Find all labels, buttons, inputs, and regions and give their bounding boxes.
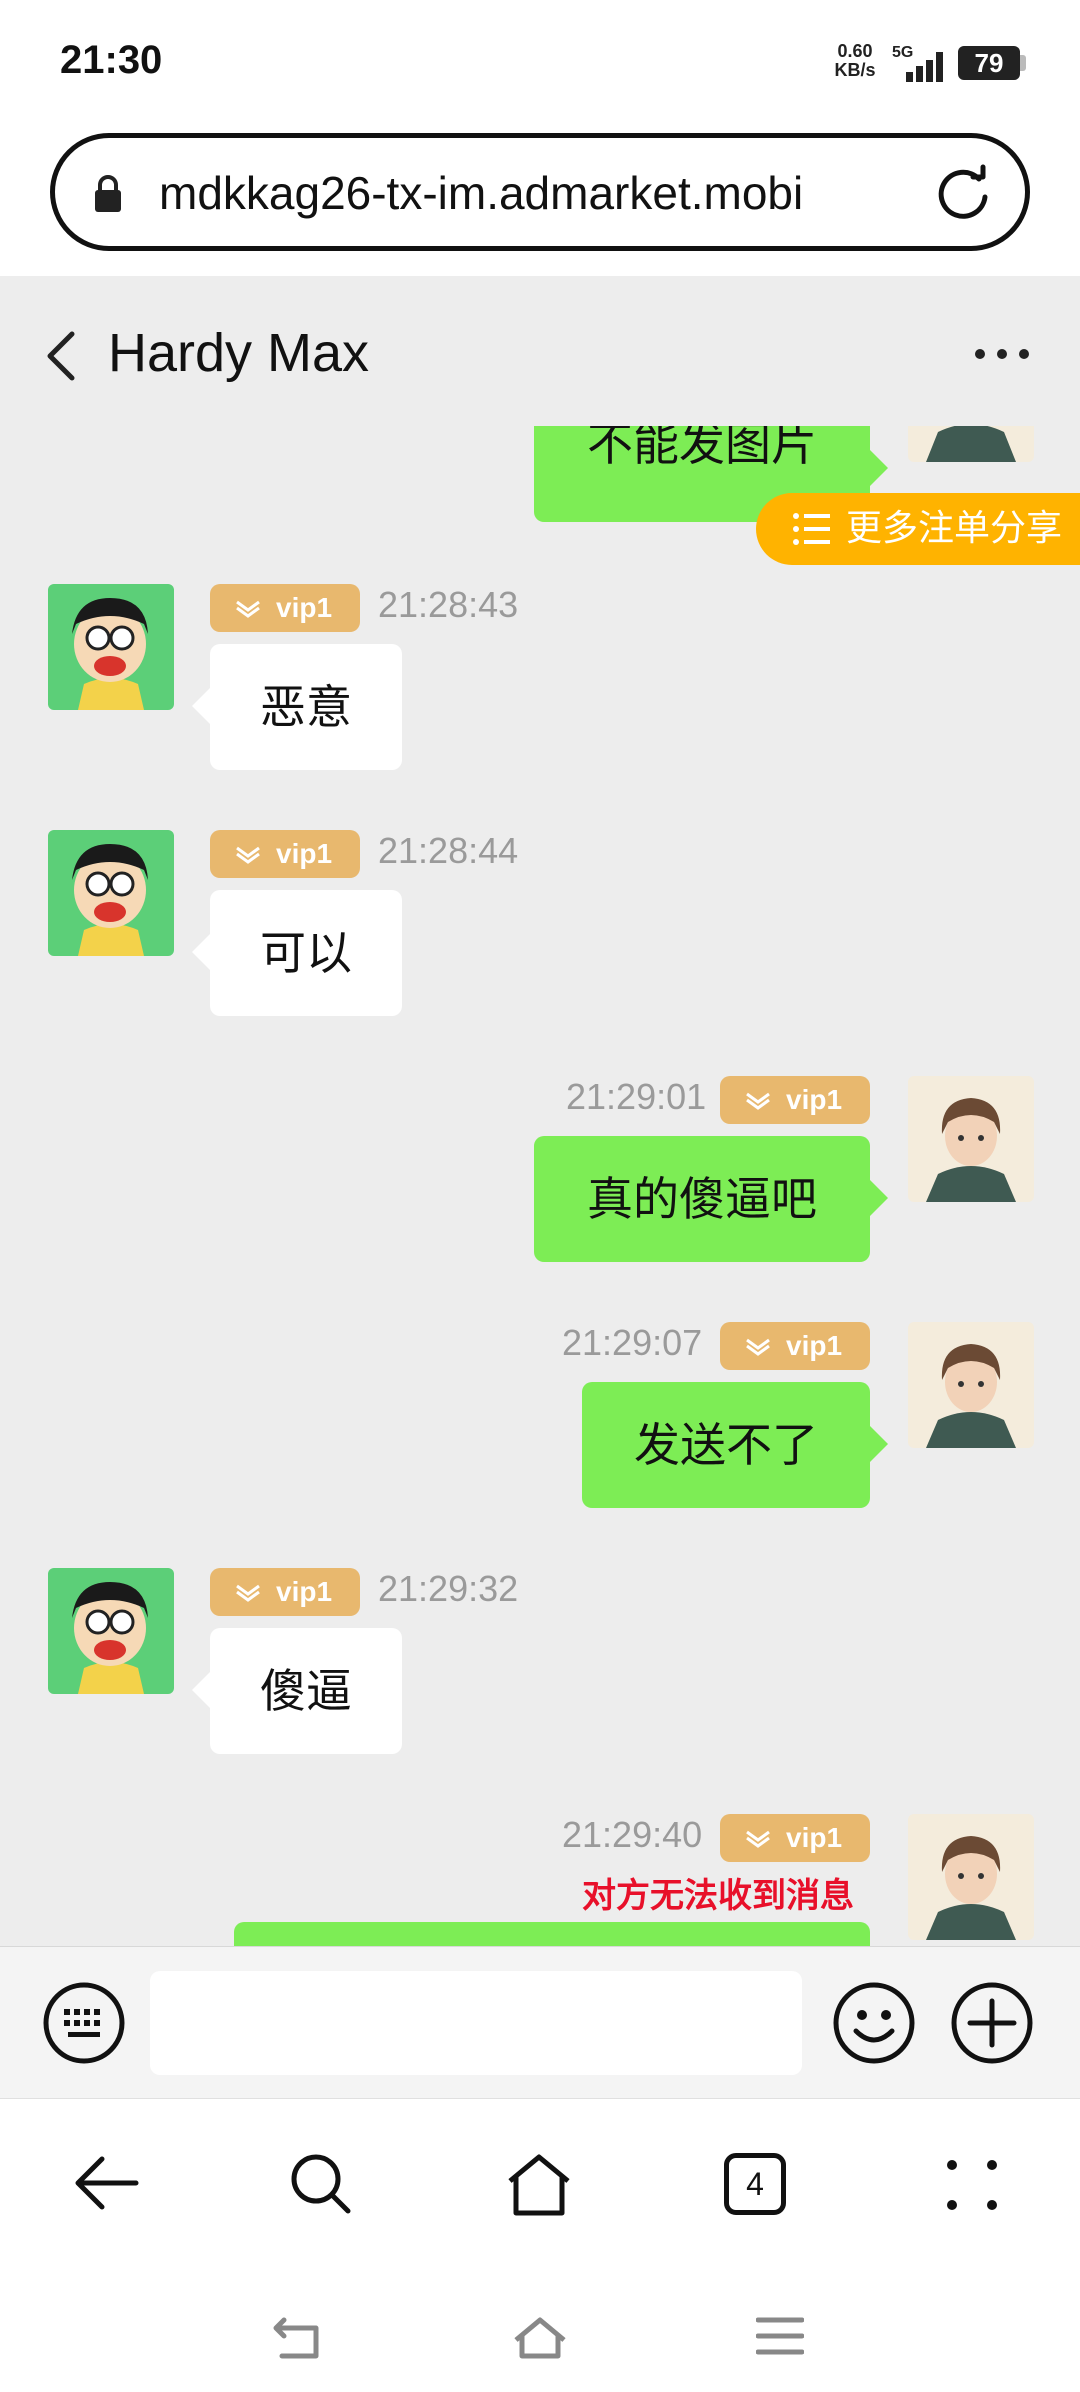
message-input[interactable] xyxy=(150,1971,802,2075)
keyboard-icon[interactable] xyxy=(42,1981,126,2065)
vip-chevron-icon xyxy=(746,1092,770,1110)
status-time: 21:30 xyxy=(60,38,163,82)
vip-chevron-icon xyxy=(236,600,260,618)
user-avatar[interactable] xyxy=(908,1322,1034,1448)
list-icon xyxy=(793,513,830,545)
back-arrow-icon[interactable] xyxy=(72,2151,142,2215)
vip-label: vip1 xyxy=(786,1822,843,1853)
message-bubble-incoming[interactable]: 可以 xyxy=(192,890,402,1016)
back-icon[interactable] xyxy=(44,330,80,382)
system-home-icon[interactable] xyxy=(510,2314,570,2362)
delivery-error-text: 对方无法收到消息 xyxy=(582,1876,854,1916)
message-bubble-outgoing[interactable] xyxy=(234,1922,870,1946)
message-bubble-incoming[interactable]: 恶意 xyxy=(192,644,402,770)
home-icon[interactable] xyxy=(504,2151,574,2217)
chat-message-list[interactable]: 不能发图片 vip1 21:28:43 恶意 vip1 21:28:44 可以 … xyxy=(0,426,1080,1946)
vip-label: vip1 xyxy=(276,838,333,869)
contact-avatar[interactable] xyxy=(48,830,174,956)
address-bar[interactable]: mdkkag26-tx-im.admarket.mobi xyxy=(50,133,1030,251)
vip-label: vip1 xyxy=(786,1330,843,1361)
message-timestamp: 21:29:01 xyxy=(566,1076,707,1117)
contact-avatar[interactable] xyxy=(48,1568,174,1694)
share-button-label: 更多注单分享 xyxy=(846,508,1063,549)
user-avatar[interactable] xyxy=(908,1076,1034,1202)
network-speed-value: 0.60 xyxy=(837,41,873,61)
signal-icon xyxy=(906,52,943,82)
more-bets-share-button[interactable]: 更多注单分享 xyxy=(756,493,1080,565)
message-text: 傻逼 xyxy=(260,1664,352,1718)
message-bubble-outgoing[interactable]: 真的傻逼吧 xyxy=(534,1136,888,1262)
system-back-icon[interactable] xyxy=(270,2314,326,2362)
vip-badge: vip1 xyxy=(720,1814,870,1862)
vip-label: vip1 xyxy=(786,1084,843,1115)
vip-badge: vip1 xyxy=(720,1076,870,1124)
battery-tip xyxy=(1020,55,1026,71)
battery-indicator: 79 xyxy=(958,46,1020,80)
vip-label: vip1 xyxy=(276,1576,333,1607)
tabs-icon[interactable]: 4 xyxy=(724,2153,786,2215)
message-text: 可以 xyxy=(260,926,352,980)
message-text: 不能发图片 xyxy=(587,426,817,471)
more-icon[interactable] xyxy=(974,348,1030,360)
network-speed: 0.60 KB/s xyxy=(830,42,880,80)
reload-icon[interactable] xyxy=(933,163,993,223)
message-bubble-outgoing[interactable]: 发送不了 xyxy=(582,1382,888,1508)
url-text[interactable]: mdkkag26-tx-im.admarket.mobi xyxy=(159,166,803,220)
message-timestamp: 21:28:44 xyxy=(378,830,519,871)
message-text: 真的傻逼吧 xyxy=(587,1172,817,1226)
system-navigation-bar xyxy=(0,2272,1080,2392)
menu-dots-icon[interactable] xyxy=(944,2157,1000,2213)
vip-badge: vip1 xyxy=(210,584,360,632)
vip-badge: vip1 xyxy=(720,1322,870,1370)
message-bubble-incoming[interactable]: 傻逼 xyxy=(192,1628,402,1754)
vip-label: vip1 xyxy=(276,592,333,623)
vip-chevron-icon xyxy=(236,846,260,864)
system-menu-icon[interactable] xyxy=(756,2314,804,2358)
vip-badge: vip1 xyxy=(210,830,360,878)
search-icon[interactable] xyxy=(288,2151,354,2217)
message-input-bar xyxy=(0,1946,1080,2098)
message-timestamp: 21:28:43 xyxy=(378,584,519,625)
user-avatar[interactable] xyxy=(908,1814,1034,1940)
lock-icon xyxy=(95,175,121,212)
chat-title: Hardy Max xyxy=(108,323,370,383)
vip-badge: vip1 xyxy=(210,1568,360,1616)
user-avatar[interactable] xyxy=(908,426,1034,462)
vip-chevron-icon xyxy=(746,1830,770,1848)
chat-header: Hardy Max xyxy=(0,276,1080,426)
message-timestamp: 21:29:32 xyxy=(378,1568,519,1609)
emoji-icon[interactable] xyxy=(832,1981,916,2065)
message-timestamp: 21:29:07 xyxy=(562,1322,703,1363)
network-speed-unit: KB/s xyxy=(834,60,876,80)
status-bar: 21:30 0.60 KB/s 5G 79 xyxy=(0,0,1080,126)
vip-chevron-icon xyxy=(746,1338,770,1356)
contact-avatar[interactable] xyxy=(48,584,174,710)
browser-navigation-bar: 4 xyxy=(0,2098,1080,2272)
plus-icon[interactable] xyxy=(950,1981,1034,2065)
message-text: 发送不了 xyxy=(634,1418,818,1472)
vip-chevron-icon xyxy=(236,1584,260,1602)
message-text: 恶意 xyxy=(260,680,352,734)
message-timestamp: 21:29:40 xyxy=(562,1814,703,1855)
